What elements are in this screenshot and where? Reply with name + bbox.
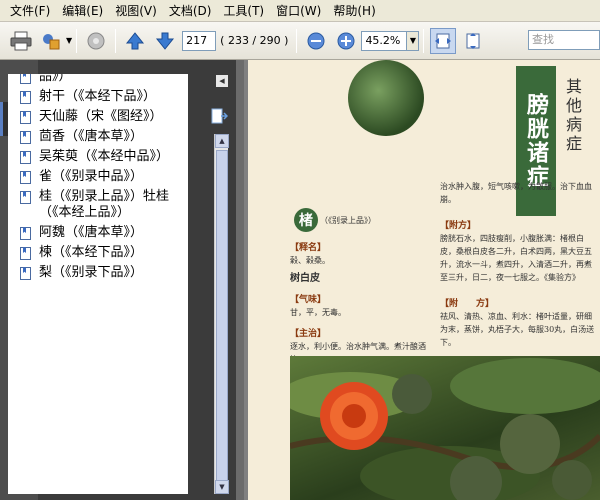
- menu-bar: 文件(F) 编辑(E) 视图(V) 文档(D) 工具(T) 窗口(W) 帮助(H…: [0, 0, 600, 22]
- bookmark-item[interactable]: 天仙藤（宋《图经》）: [8, 108, 188, 128]
- bookmark-item[interactable]: 阿魏（《唐本草》）: [8, 224, 188, 244]
- page-total-label: ( 233 / 290 ): [220, 34, 289, 47]
- bookmark-item[interactable]: 梨（《别录下品》）: [8, 264, 188, 284]
- chevron-down-icon: ▼: [409, 36, 417, 45]
- bookmark-label: 阿魏（《唐本草》）: [39, 225, 144, 240]
- right-column-text: 治水肿入腹，短气咳嗽，为散服。治下血血崩。: [440, 182, 592, 204]
- zoom-out-icon: [307, 32, 325, 49]
- menu-tools[interactable]: 工具(T): [217, 2, 270, 19]
- right-column-text: 膀胱石水，四肢瘦削，小腹胀满：楮根白皮，桑根白皮各二升，白术四两，黑大豆五升，流…: [440, 234, 592, 282]
- zoom-level-input[interactable]: 45.2%: [361, 30, 408, 51]
- bookmark-label: 茴香（《唐本草》）: [39, 129, 144, 144]
- bookmark-label: 楝（《本经下品》）: [39, 245, 144, 260]
- zoom-out-button[interactable]: [303, 28, 329, 54]
- herb-photo: [290, 356, 600, 500]
- bookmark-label: 桂（《别录上品》）牡桂（《本经上品》）: [39, 189, 170, 220]
- section-heading: 【主治】: [290, 329, 327, 339]
- bookmark-page-icon: [20, 151, 31, 164]
- chapter-subtitle: 其他病症: [563, 78, 582, 154]
- herb-circle-image: [348, 60, 424, 136]
- bookmark-item[interactable]: 桂（《别录上品》）牡桂（《本经上品》）: [8, 188, 188, 224]
- bookmark-page-icon: [20, 267, 31, 280]
- bookmark-item[interactable]: 品》）: [8, 74, 188, 88]
- bookmark-label: 射干（《本经下品》）: [39, 89, 157, 104]
- menu-document[interactable]: 文档(D): [163, 2, 218, 19]
- menu-edit[interactable]: 编辑(E): [56, 2, 109, 19]
- fit-page-button[interactable]: [460, 28, 486, 54]
- bookmark-item[interactable]: 楝（《本经下品》）: [8, 244, 188, 264]
- next-page-button[interactable]: [152, 28, 178, 54]
- document-view: 膀胱诸症 其他病症 楮 （《别录上品》） 【释名】 榖、榖桑。 树白皮 【气味】…: [244, 60, 600, 500]
- bookmark-label: 雀（《别录中品》）: [39, 169, 144, 184]
- herb-source: （《别录上品》）: [320, 216, 376, 225]
- bookmark-page-icon: [20, 227, 31, 240]
- bookmark-page-icon: [20, 131, 31, 144]
- bookmark-item[interactable]: 茴香（《唐本草》）: [8, 128, 188, 148]
- bookmark-page-icon: [20, 111, 31, 124]
- herb-photo-illustration: [290, 358, 600, 500]
- scroll-up-button[interactable]: ▲: [215, 134, 229, 148]
- arrow-down-icon: [156, 32, 175, 50]
- bookmark-label: 梨（《别录下品》）: [39, 265, 144, 280]
- collapse-panel-button[interactable]: ◀: [216, 75, 228, 87]
- bookmark-item[interactable]: 雀（《别录中品》）: [8, 168, 188, 188]
- bookmark-scrollbar[interactable]: ▲ ▼: [214, 134, 229, 494]
- section-text: 甘，平，无毒。: [290, 308, 346, 317]
- bookmark-label: 吴茱萸（《本经中品》）: [39, 149, 170, 164]
- zoom-in-button[interactable]: [333, 28, 359, 54]
- previous-page-button[interactable]: [122, 28, 148, 54]
- scrollbar-thumb[interactable]: [216, 150, 228, 490]
- page-number-input[interactable]: 217: [182, 30, 217, 51]
- fit-page-icon: [466, 32, 480, 49]
- chevron-left-icon: ◀: [219, 77, 225, 85]
- search-input[interactable]: 查找: [528, 30, 600, 50]
- expand-bookmark-icon[interactable]: [210, 108, 228, 124]
- section-heading: 【气味】: [290, 295, 327, 305]
- section-heading: 【释名】: [290, 243, 327, 253]
- bookmark-page-icon: [20, 91, 31, 104]
- right-column-text: 祛风、清热、凉血、利水：楮叶适量，研细为末，蒸饼，丸梧子大，每服30丸，白汤送下…: [440, 312, 595, 347]
- fit-width-button[interactable]: [430, 27, 457, 54]
- zoom-in-icon: [337, 32, 355, 49]
- chevron-up-icon: ▲: [219, 137, 225, 145]
- chevron-down-icon: ▼: [219, 483, 225, 491]
- bookmark-page-icon: [20, 247, 31, 260]
- menu-window[interactable]: 窗口(W): [270, 2, 327, 19]
- menu-help[interactable]: 帮助(H): [327, 2, 381, 19]
- print-button[interactable]: [8, 28, 34, 54]
- section-heading: 【附 方】: [440, 299, 495, 309]
- bookmark-label: 天仙藤（宋《图经》）: [39, 109, 163, 124]
- menu-view[interactable]: 视图(V): [109, 2, 163, 19]
- collaborate-button[interactable]: [38, 28, 64, 54]
- printer-icon: [10, 31, 32, 50]
- herb-name-badge: 楮: [294, 208, 318, 232]
- menu-file[interactable]: 文件(F): [4, 2, 56, 19]
- bookmark-page-icon: [20, 191, 31, 204]
- bookmark-page-icon: [20, 74, 31, 84]
- share-icon: [43, 33, 60, 49]
- bookmark-item[interactable]: 吴茱萸（《本经中品》）: [8, 148, 188, 168]
- panel-splitter[interactable]: [236, 60, 244, 500]
- bookmark-item[interactable]: 射干（《本经下品》）: [8, 88, 188, 108]
- arrow-up-icon: [126, 31, 145, 49]
- bookmark-page-icon: [20, 171, 31, 184]
- section-text: 榖、榖桑。: [290, 256, 330, 265]
- document-page: 膀胱诸症 其他病症 楮 （《别录上品》） 【释名】 榖、榖桑。 树白皮 【气味】…: [248, 60, 600, 500]
- zoom-dropdown-button[interactable]: ▼: [407, 30, 420, 51]
- bookmark-label: 品》）: [39, 74, 72, 84]
- gear-icon: [87, 32, 105, 49]
- fit-width-icon: [435, 33, 452, 48]
- tools-button[interactable]: [83, 28, 109, 54]
- section-title: 树白皮: [290, 273, 320, 284]
- section-heading: 【附方】: [440, 221, 477, 231]
- chevron-down-icon[interactable]: ▼: [66, 36, 72, 45]
- bookmark-list: 品》） 射干（《本经下品》） 天仙藤（宋《图经》） 茴香（《唐本草》） 吴茱萸（《本经中…: [8, 74, 188, 494]
- toolbar: ▼ 217 ( 233 / 290 ) 45.2% ▼: [0, 22, 600, 60]
- scroll-down-button[interactable]: ▼: [215, 480, 229, 494]
